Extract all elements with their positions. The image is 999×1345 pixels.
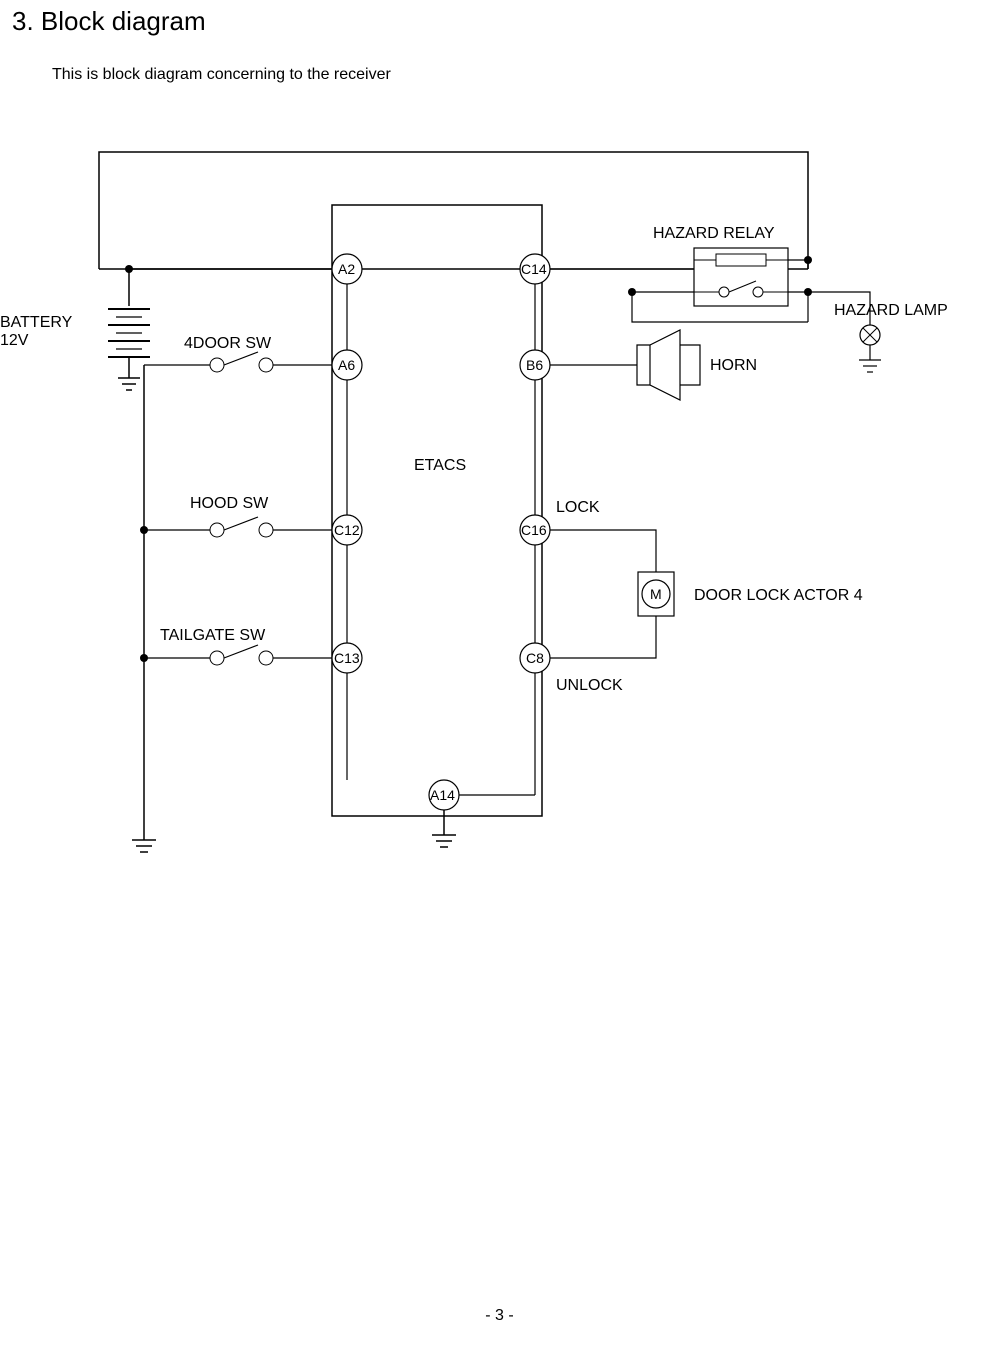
door-lock-actor-label: DOOR LOCK ACTOR 4 (694, 587, 863, 604)
pin-c12-label: C12 (334, 522, 360, 538)
pin-b6-label: B6 (526, 357, 543, 373)
four-door-sw-label: 4DOOR SW (184, 335, 272, 352)
block-diagram: ETACS BATTERY 12V A2 A6 C12 (0, 0, 999, 1345)
pin-c13-label: C13 (334, 650, 360, 666)
hood-sw (140, 517, 332, 537)
hazard-lamp-label: HAZARD LAMP (834, 302, 948, 319)
pin-c16-label: C16 (521, 522, 547, 538)
door-lock-motor: M (638, 572, 674, 616)
hazard-lamp (860, 325, 880, 345)
lock-label: LOCK (556, 499, 600, 516)
pin-a14-label: A14 (430, 787, 455, 803)
hazard-relay-label: HAZARD RELAY (653, 225, 775, 242)
motor-m-label: M (650, 586, 662, 602)
etacs-label: ETACS (414, 457, 466, 474)
battery-label-bottom: 12V (0, 332, 29, 349)
etacs-block (332, 205, 542, 816)
horn-label: HORN (710, 357, 757, 374)
battery-label-top: BATTERY (0, 314, 73, 331)
horn-symbol (637, 330, 700, 400)
tailgate-sw-label: TAILGATE SW (160, 627, 266, 644)
pin-c14-label: C14 (521, 261, 547, 277)
pin-c8-label: C8 (526, 650, 544, 666)
unlock-label: UNLOCK (556, 677, 623, 694)
four-door-sw (144, 352, 332, 372)
hood-sw-label: HOOD SW (190, 495, 269, 512)
pin-a6-label: A6 (338, 357, 355, 373)
tailgate-sw (140, 645, 332, 665)
hazard-relay (694, 248, 788, 306)
pin-a2-label: A2 (338, 261, 355, 277)
